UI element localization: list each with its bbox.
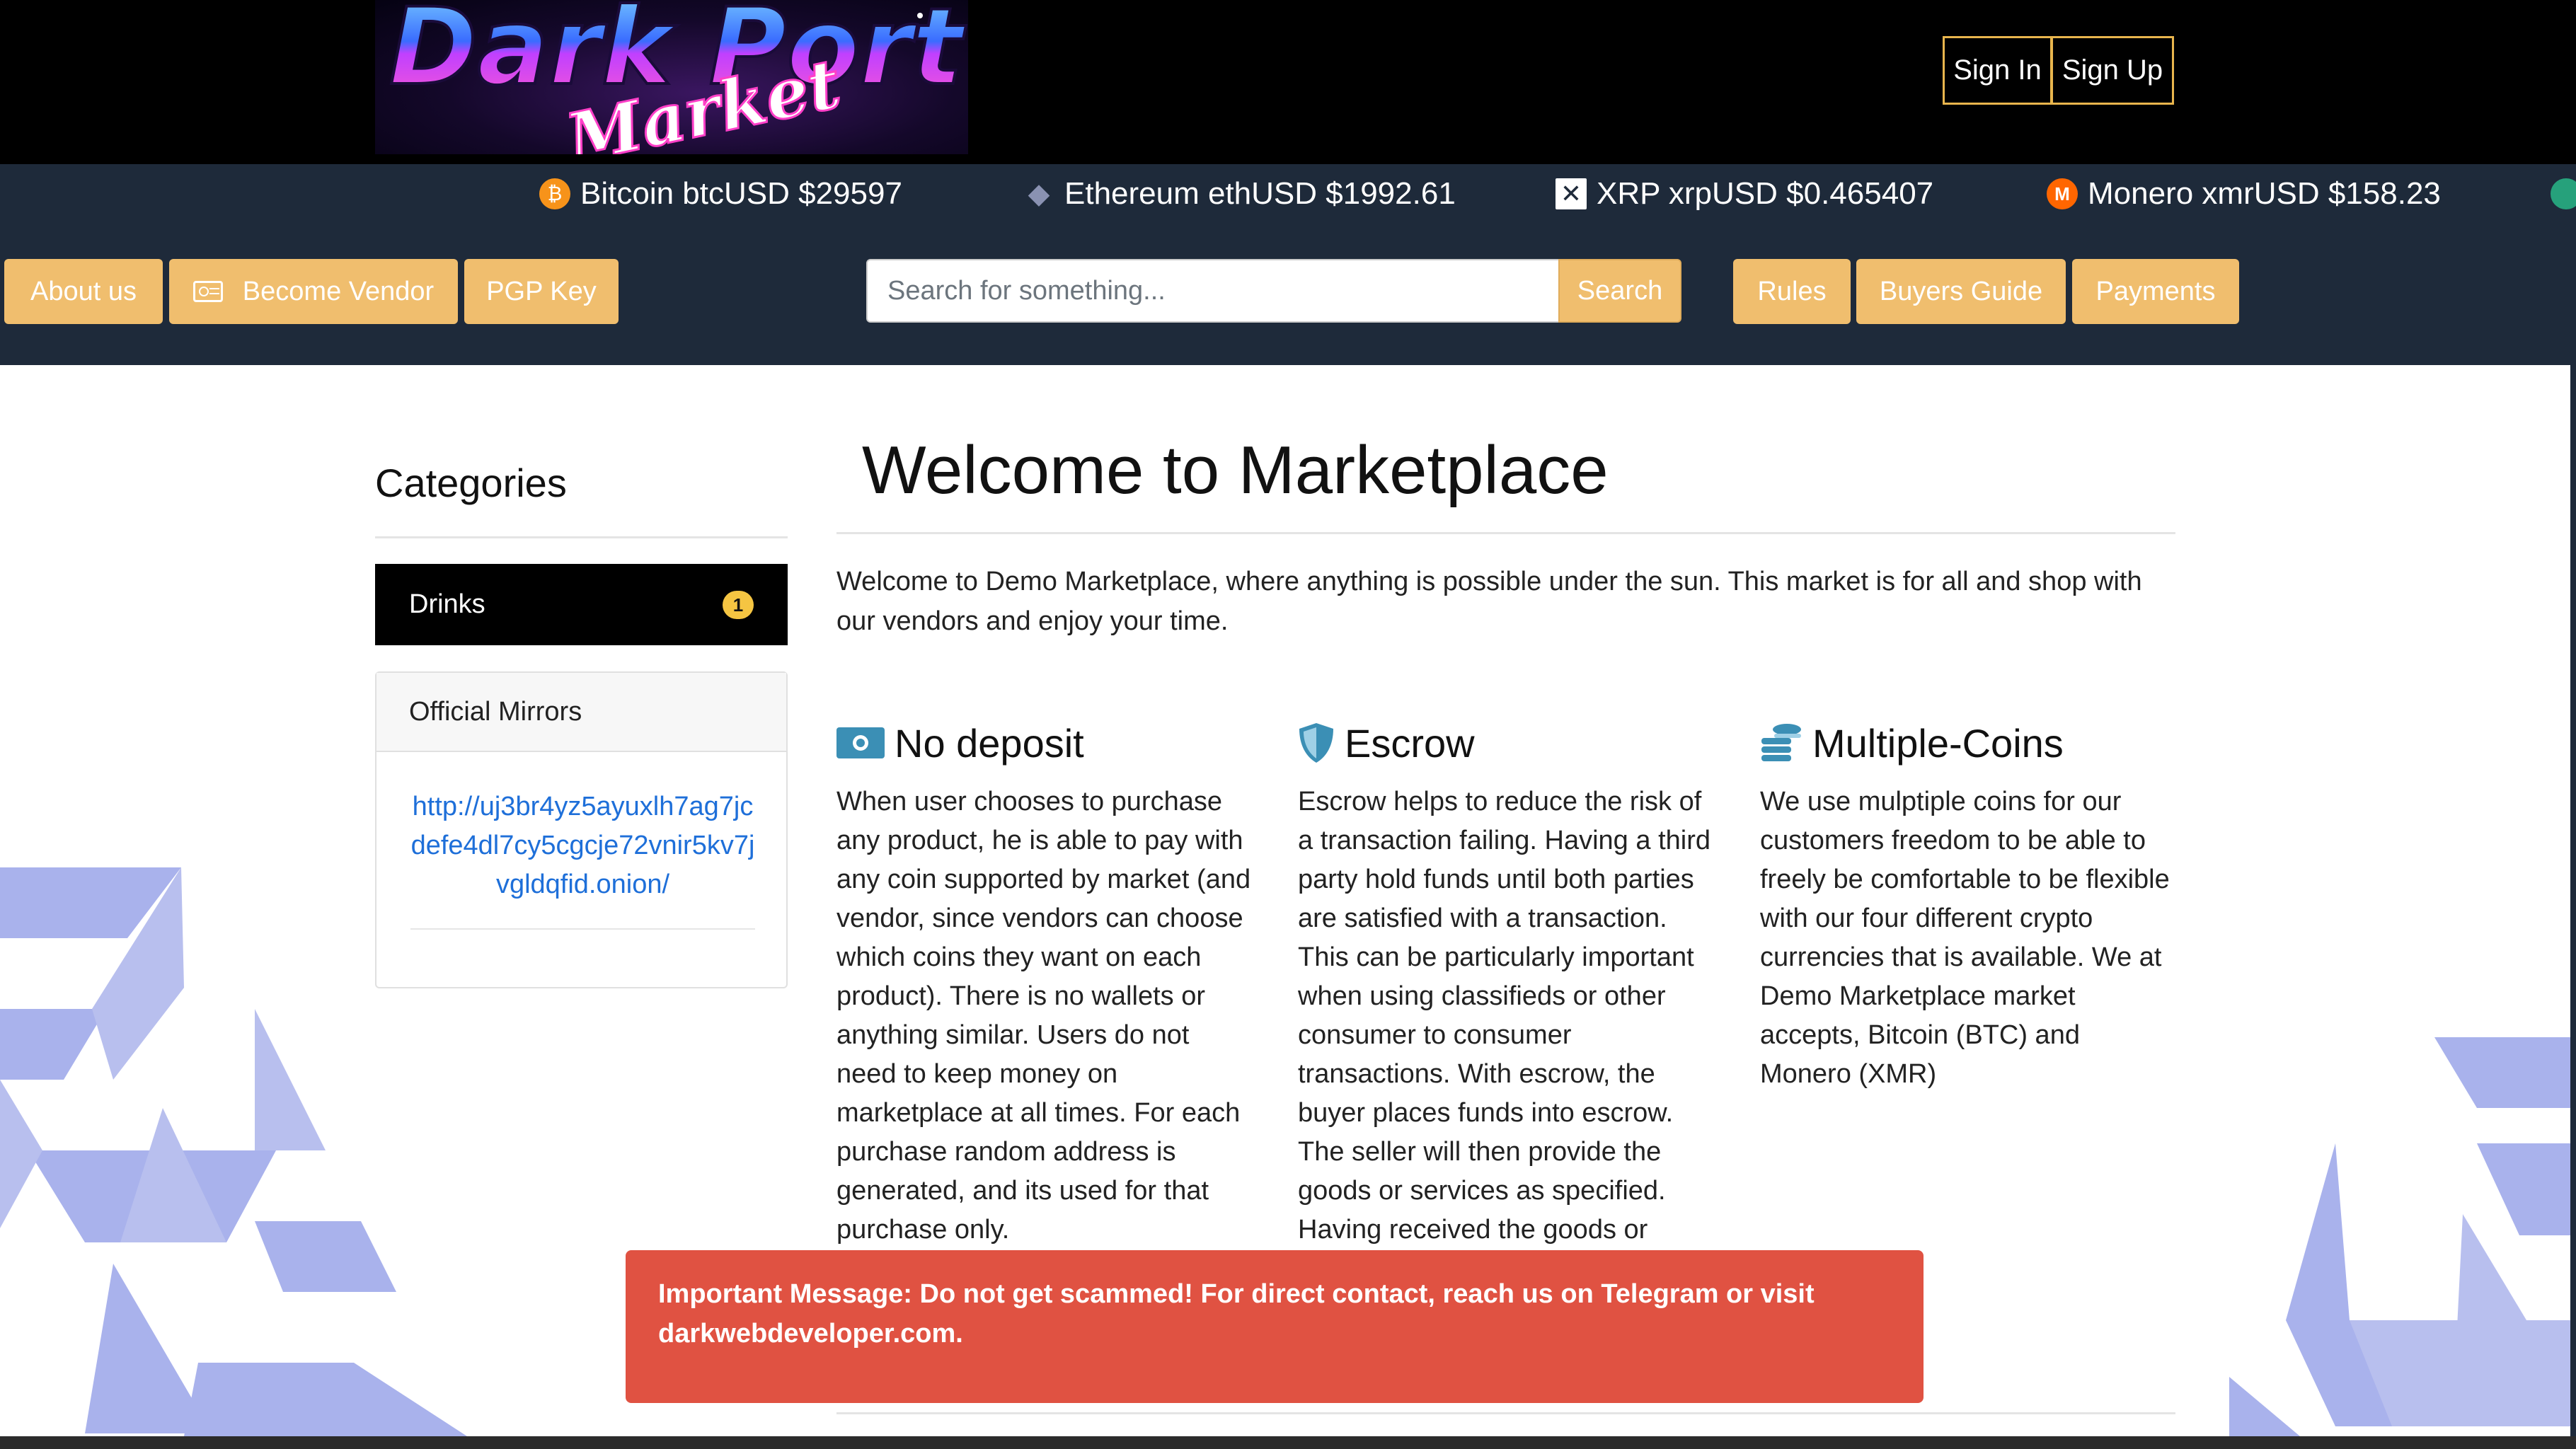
feature-title: Escrow bbox=[1345, 720, 1475, 766]
about-us-button[interactable]: About us bbox=[4, 259, 163, 324]
become-vendor-button[interactable]: Become Vendor bbox=[169, 259, 458, 324]
id-card-icon bbox=[192, 281, 223, 302]
feature-heading: No deposit bbox=[836, 715, 1261, 771]
monero-icon: M bbox=[2047, 178, 2078, 209]
logo-graphic: Dark Port Market bbox=[388, 0, 968, 154]
important-message-alert: Important Message: Do not get scammed! F… bbox=[626, 1250, 1924, 1403]
feature-text: When user chooses to purchase any produc… bbox=[836, 787, 1251, 1245]
ticker-item-ethereum: ◆ Ethereum ethUSD $1992.61 bbox=[1023, 173, 1456, 215]
search-input[interactable] bbox=[866, 259, 1560, 323]
nav-bar: About us Become Vendor PGP Key Search Ru… bbox=[0, 225, 2576, 365]
divider bbox=[410, 928, 755, 930]
price-ticker: ₿ Bitcoin btcUSD $29597 ◆ Ethereum ethUS… bbox=[0, 164, 2576, 225]
scrollbar-track[interactable] bbox=[2570, 365, 2576, 1436]
category-item-drinks[interactable]: Drinks 1 bbox=[375, 564, 788, 645]
pgp-key-button[interactable]: PGP Key bbox=[464, 259, 619, 324]
coin-icon bbox=[2551, 178, 2576, 209]
shield-icon bbox=[1299, 723, 1333, 763]
become-vendor-label: Become Vendor bbox=[242, 276, 435, 306]
payments-button[interactable]: Payments bbox=[2072, 259, 2239, 324]
feature-escrow: Escrow Escrow helps to reduce the risk o… bbox=[1298, 715, 1723, 1249]
feature-no-deposit: No deposit When user chooses to purchase… bbox=[836, 715, 1261, 1249]
ticker-text: Ethereum ethUSD $1992.61 bbox=[1064, 176, 1456, 211]
ticker-item-monero: M Monero xmrUSD $158.23 bbox=[2047, 173, 2441, 215]
intro-text: Welcome to Demo Marketplace, where anyth… bbox=[836, 567, 2142, 636]
coins-icon bbox=[1761, 724, 1801, 761]
official-mirrors-card: Official Mirrors http://uj3br4yz5ayuxlh7… bbox=[375, 671, 788, 988]
feature-text: Escrow helps to reduce the risk of a tra… bbox=[1298, 787, 1710, 1245]
sign-up-button[interactable]: Sign Up bbox=[2051, 36, 2174, 105]
top-header: Dark Port Market Sign In Sign Up bbox=[0, 0, 2576, 164]
feature-title: Multiple-Coins bbox=[1812, 720, 2064, 766]
feature-heading: Escrow bbox=[1298, 715, 1723, 771]
divider bbox=[836, 532, 2175, 534]
divider bbox=[836, 1412, 2175, 1414]
xrp-icon: ✕ bbox=[1556, 178, 1587, 209]
mirrors-heading: Official Mirrors bbox=[376, 673, 786, 752]
feature-title: No deposit bbox=[895, 720, 1084, 766]
money-bill-icon bbox=[836, 727, 885, 758]
ticker-item-bitcoin: ₿ Bitcoin btcUSD $29597 bbox=[539, 173, 902, 215]
ticker-text: XRP xrpUSD $0.465407 bbox=[1597, 176, 1934, 211]
ticker-item-xrp: ✕ XRP xrpUSD $0.465407 bbox=[1556, 173, 1933, 215]
divider bbox=[375, 536, 788, 538]
categories-title: Categories bbox=[375, 461, 567, 505]
feature-multiple-coins: Multiple-Coins We use mulptiple coins fo… bbox=[1760, 715, 2185, 1094]
page-title: Welcome to Marketplace bbox=[862, 432, 1609, 508]
feature-heading: Multiple-Coins bbox=[1760, 715, 2185, 771]
buyers-guide-button[interactable]: Buyers Guide bbox=[1856, 259, 2066, 324]
category-label: Drinks bbox=[409, 589, 485, 619]
feature-text: We use mulptiple coins for our customers… bbox=[1760, 787, 2170, 1089]
ethereum-icon: ◆ bbox=[1028, 178, 1050, 209]
ticker-text: Monero xmrUSD $158.23 bbox=[2088, 176, 2441, 211]
rules-button[interactable]: Rules bbox=[1733, 259, 1851, 324]
site-logo[interactable]: Dark Port Market bbox=[375, 0, 968, 154]
ticker-item-partial bbox=[2551, 173, 2576, 215]
ticker-text: Bitcoin btcUSD $29597 bbox=[580, 176, 902, 211]
mirror-link[interactable]: http://uj3br4yz5ayuxlh7ag7jcdefe4dl7cy5c… bbox=[408, 787, 758, 904]
footer-edge bbox=[0, 1436, 2576, 1449]
search-button[interactable]: Search bbox=[1558, 259, 1681, 323]
bitcoin-icon: ₿ bbox=[539, 178, 570, 209]
category-count-badge: 1 bbox=[723, 591, 754, 619]
sign-in-button[interactable]: Sign In bbox=[1943, 36, 2052, 105]
